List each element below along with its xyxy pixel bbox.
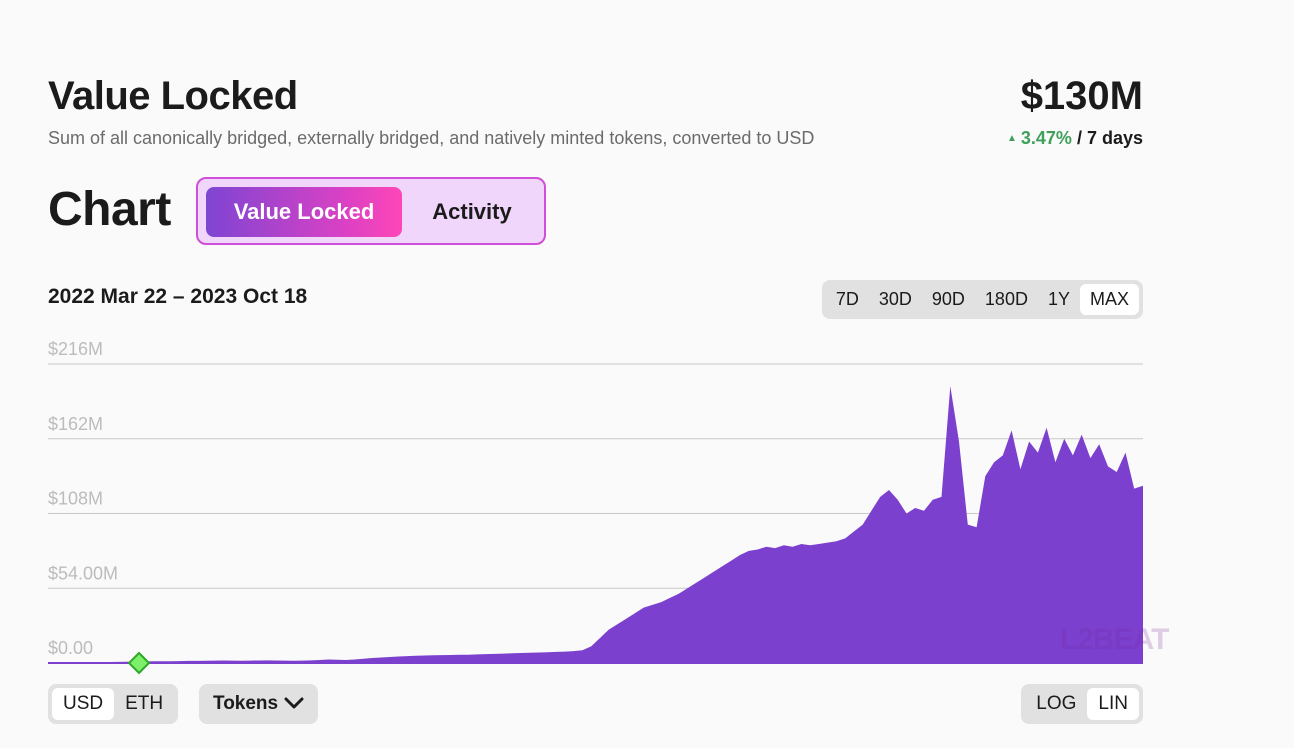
- range-30d-button[interactable]: 30D: [869, 284, 922, 315]
- time-range-selector: 7D 30D 90D 180D 1Y MAX: [821, 280, 1143, 319]
- value-locked-chart[interactable]: $216M $162M $108M $54.00M $0.00 L2BEAT: [48, 335, 1169, 675]
- range-1y-button[interactable]: 1Y: [1038, 284, 1080, 315]
- scale-selector: LOG LIN: [1021, 684, 1143, 724]
- chart-svg: $216M $162M $108M $54.00M $0.00: [48, 339, 1143, 675]
- range-max-button[interactable]: MAX: [1079, 284, 1139, 315]
- y-tick-label: $162M: [48, 414, 103, 434]
- hover-marker-icon[interactable]: [127, 651, 151, 675]
- page: Value Locked Sum of all canonically brid…: [48, 0, 1169, 748]
- range-90d-button[interactable]: 90D: [922, 284, 975, 315]
- page-title: Value Locked: [48, 74, 298, 118]
- arrow-up-icon: ▲: [1006, 133, 1017, 144]
- tab-value-locked[interactable]: Value Locked: [206, 187, 402, 237]
- change-period: / 7 days: [1076, 128, 1143, 148]
- scale-lin-button[interactable]: LIN: [1087, 688, 1139, 720]
- y-tick-label: $54.00M: [48, 563, 118, 583]
- range-7d-button[interactable]: 7D: [826, 284, 869, 315]
- total-value: $130M: [1020, 74, 1143, 118]
- range-180d-button[interactable]: 180D: [975, 284, 1038, 315]
- scale-log-button[interactable]: LOG: [1025, 688, 1087, 720]
- chart-section-title: Chart: [48, 183, 171, 236]
- y-tick-label: $216M: [48, 339, 103, 359]
- tab-activity[interactable]: Activity: [408, 187, 536, 237]
- currency-usd-button[interactable]: USD: [52, 688, 115, 720]
- y-tick-label: $108M: [48, 489, 103, 509]
- value-locked-area: [48, 386, 1143, 663]
- currency-selector: USD ETH: [48, 684, 179, 724]
- page-subtitle: Sum of all canonically bridged, external…: [48, 128, 815, 148]
- chart-marker-layer: [127, 651, 151, 675]
- tokens-label: Tokens: [213, 693, 279, 714]
- chevron-down-icon: [284, 693, 304, 715]
- l2beat-watermark-logo: L2BEAT: [1060, 623, 1169, 656]
- chart-area-layer: [48, 386, 1143, 664]
- chart-type-toggle: Value Locked Activity: [196, 177, 546, 245]
- date-range-label: 2022 Mar 22 – 2023 Oct 18: [48, 285, 308, 308]
- currency-eth-button[interactable]: ETH: [114, 688, 174, 720]
- weekly-change: ▲ 3.47% / 7 days: [1007, 128, 1143, 149]
- change-percent: 3.47%: [1020, 128, 1072, 148]
- tokens-dropdown[interactable]: Tokens: [199, 684, 319, 724]
- y-tick-label: $0.00: [48, 638, 93, 658]
